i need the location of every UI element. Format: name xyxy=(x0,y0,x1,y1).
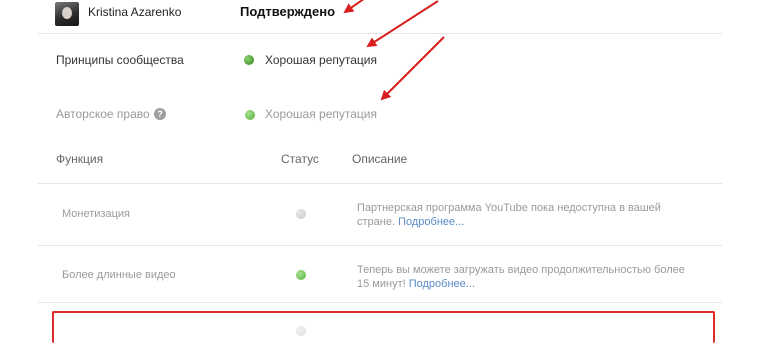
red-arrow-icon xyxy=(343,0,445,101)
